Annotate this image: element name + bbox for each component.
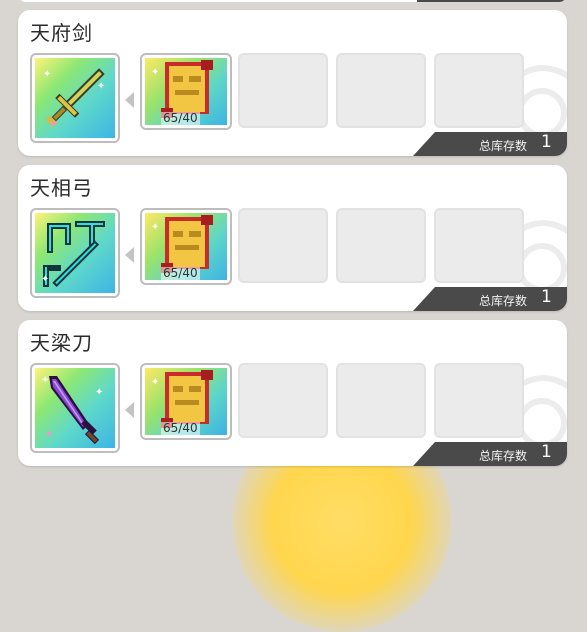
empty-material-slot[interactable] [434,208,524,283]
item-name: 天府剑 [30,21,93,45]
weapon-slot[interactable]: ✦ ✦ ✦ [30,53,120,143]
material-count: 65/40 [161,266,200,280]
item-card-tianliang-blade[interactable]: 天梁刀 ✦ ✦ ✦ ✦ 65/40 总库存数 1 [18,320,567,466]
scroll-tome-icon: ✦ 65/40 [145,368,227,435]
material-slot[interactable]: ✦ 65/40 [140,53,232,130]
scroll-tome-icon: ✦ 65/40 [145,213,227,280]
empty-material-slot[interactable] [238,53,328,128]
stock-label: 总库存数 [479,449,528,463]
arrow-left-icon [125,402,134,418]
item-card-tianxiang-bow[interactable]: 天相弓 ✦ ✦ 65/40 总库存数 1 [18,165,567,311]
previous-stock-bar [417,0,567,2]
stock-bar: 总库存数 1 [413,287,567,311]
material-count: 65/40 [161,111,200,125]
arrow-left-icon [125,247,134,263]
empty-material-slot[interactable] [336,208,426,283]
stock-bar: 总库存数 1 [413,442,567,466]
empty-material-slot[interactable] [238,208,328,283]
stock-value: 1 [541,132,552,152]
stock-value: 1 [541,442,552,462]
previous-item-card-edge [18,0,567,2]
scroll-tome-icon: ✦ 65/40 [145,58,227,125]
sword-icon: ✦ ✦ ✦ [35,58,115,138]
weapon-slot[interactable]: ✦ ✦ ✦ [30,363,120,453]
empty-material-slot[interactable] [434,363,524,438]
blade-icon: ✦ ✦ ✦ [35,368,115,448]
item-name: 天梁刀 [30,331,93,355]
empty-material-slot[interactable] [238,363,328,438]
empty-material-slot[interactable] [434,53,524,128]
stock-bar: 总库存数 1 [413,132,567,156]
material-count: 65/40 [161,421,200,435]
stock-label: 总库存数 [479,139,528,153]
empty-material-slot[interactable] [336,363,426,438]
weapon-slot[interactable]: ✦ [30,208,120,298]
material-slot[interactable]: ✦ 65/40 [140,208,232,285]
stock-label: 总库存数 [479,294,528,308]
stock-value: 1 [541,287,552,307]
bow-icon: ✦ [35,213,115,293]
empty-material-slot[interactable] [336,53,426,128]
arrow-left-icon [125,92,134,108]
item-name: 天相弓 [30,176,93,200]
material-slot[interactable]: ✦ 65/40 [140,363,232,440]
item-card-tianfu-sword[interactable]: 天府剑 ✦ ✦ ✦ ✦ 65/40 总库存数 1 [18,10,567,156]
